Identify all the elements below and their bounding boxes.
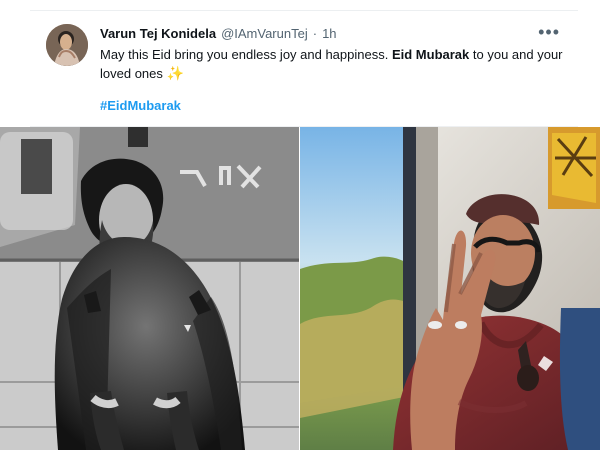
hashtag-link[interactable]: #EidMubarak: [100, 98, 181, 113]
separator-line: [30, 10, 578, 11]
photo-right[interactable]: [300, 127, 600, 450]
tweet-time[interactable]: 1h: [322, 26, 336, 41]
tweet-header: Varun Tej Konidela @IAmVarunTej · 1h •••: [100, 22, 560, 43]
tweet-text: May this Eid bring you endless joy and h…: [100, 45, 570, 83]
left-photo-image: [0, 127, 299, 450]
time-separator: ·: [312, 25, 318, 41]
avatar[interactable]: [46, 24, 88, 66]
more-icon[interactable]: •••: [538, 22, 560, 43]
right-photo-image: [300, 127, 600, 450]
sparkle-icon: ✨: [166, 65, 184, 81]
author-handle[interactable]: @IAmVarunTej: [221, 26, 308, 41]
author-name[interactable]: Varun Tej Konidela: [100, 26, 216, 41]
tweet-card[interactable]: Varun Tej Konidela @IAmVarunTej · 1h •••…: [30, 0, 578, 127]
avatar-person-icon: [46, 24, 88, 66]
tweet-text-bold: Eid Mubarak: [391, 47, 470, 62]
photo-left[interactable]: [0, 127, 299, 450]
tweet-text-start: May this Eid bring you endless joy and h…: [100, 47, 389, 62]
